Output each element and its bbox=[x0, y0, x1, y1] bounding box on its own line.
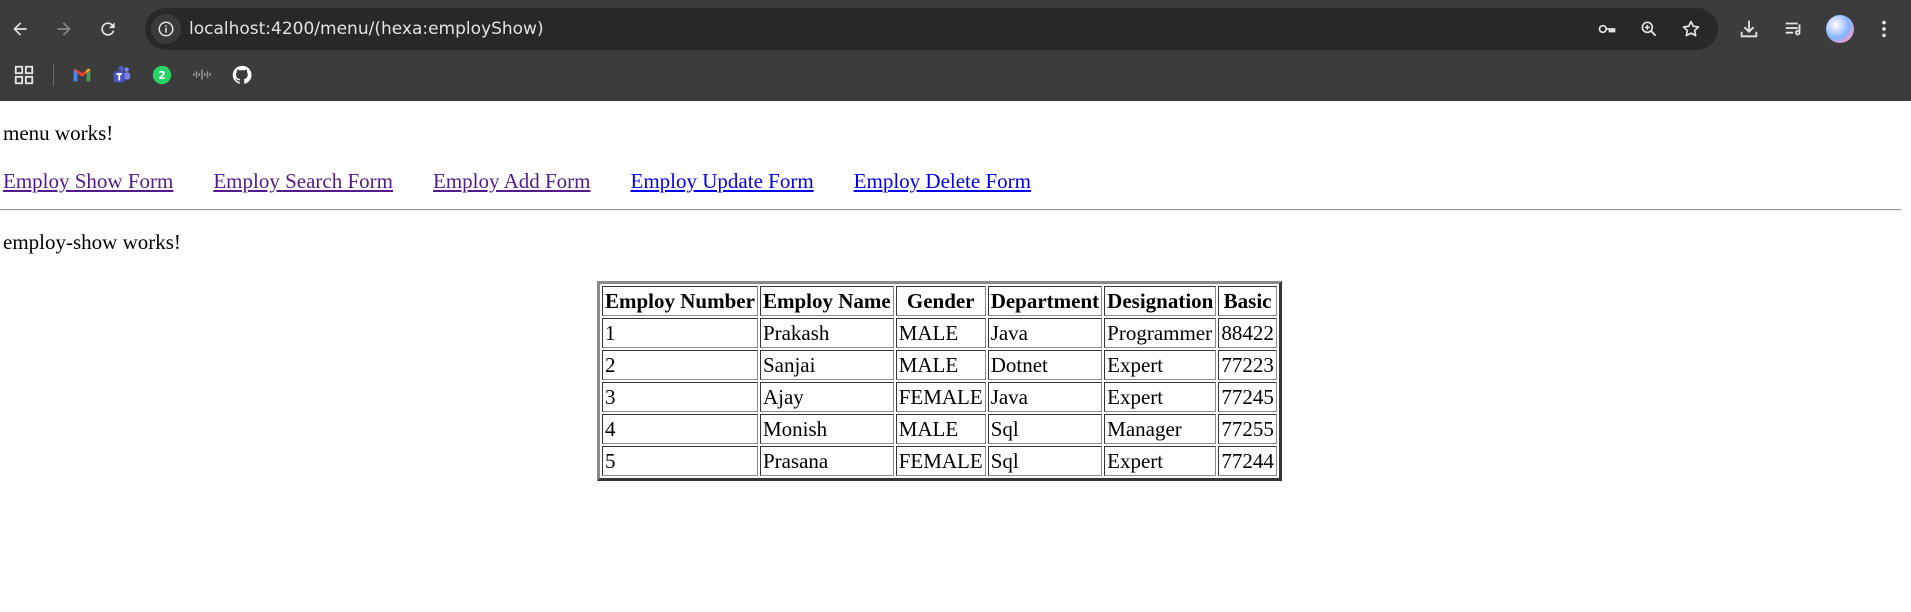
bookmark-cisco[interactable] bbox=[189, 62, 215, 88]
cell-basic: 77255 bbox=[1218, 414, 1277, 444]
bookmark-github[interactable] bbox=[229, 62, 255, 88]
table-row: 3 Ajay FEMALE Java Expert 77245 bbox=[602, 382, 1277, 412]
site-info-icon bbox=[158, 21, 174, 37]
cell-department: Dotnet bbox=[987, 350, 1103, 380]
divider bbox=[0, 209, 1901, 211]
table-row: 5 Prasana FEMALE Sql Expert 77244 bbox=[602, 446, 1277, 476]
cell-employ-name: Ajay bbox=[759, 382, 894, 412]
address-bar[interactable]: localhost:4200/menu/(hexa:employShow) bbox=[145, 8, 1718, 50]
table-row: 1 Prakash MALE Java Programmer 88422 bbox=[602, 318, 1277, 348]
header-gender: Gender bbox=[895, 286, 986, 316]
cell-employ-number: 3 bbox=[602, 382, 758, 412]
whatsapp-badge: 2 bbox=[158, 69, 166, 82]
more-menu-button[interactable] bbox=[1867, 12, 1901, 46]
cell-gender: MALE bbox=[895, 414, 986, 444]
bookmark-star-button[interactable] bbox=[1678, 16, 1704, 42]
header-designation: Designation bbox=[1104, 286, 1217, 316]
cell-gender: FEMALE bbox=[895, 382, 986, 412]
back-icon bbox=[13, 22, 27, 36]
header-employ-name: Employ Name bbox=[759, 286, 894, 316]
whatsapp-icon: 2 bbox=[152, 65, 172, 85]
employ-show-link[interactable]: Employ Show Form bbox=[3, 169, 173, 194]
more-menu-icon bbox=[1882, 20, 1886, 38]
header-employ-number: Employ Number bbox=[602, 286, 758, 316]
download-icon bbox=[1740, 20, 1758, 38]
cell-gender: FEMALE bbox=[895, 446, 986, 476]
cell-employ-number: 4 bbox=[602, 414, 758, 444]
forward-button[interactable] bbox=[47, 12, 81, 46]
password-key-icon bbox=[1598, 24, 1616, 34]
apps-grid-button[interactable] bbox=[11, 62, 37, 88]
site-info-button[interactable] bbox=[151, 14, 181, 44]
zoom-button[interactable] bbox=[1636, 16, 1662, 42]
reload-button[interactable] bbox=[91, 12, 125, 46]
cell-designation: Programmer bbox=[1104, 318, 1217, 348]
cell-employ-number: 1 bbox=[602, 318, 758, 348]
browser-chrome: localhost:4200/menu/(hexa:employShow) 2 bbox=[0, 0, 1911, 101]
cell-designation: Expert bbox=[1104, 382, 1217, 412]
employee-table-wrapper: Employ Number Employ Name Gender Departm… bbox=[597, 281, 1282, 481]
cell-designation: Expert bbox=[1104, 446, 1217, 476]
cell-employ-name: Monish bbox=[759, 414, 894, 444]
bookmarks-separator bbox=[53, 64, 54, 86]
forward-icon bbox=[57, 22, 71, 36]
header-basic: Basic bbox=[1218, 286, 1277, 316]
bookmark-gmail[interactable] bbox=[69, 62, 95, 88]
reload-icon bbox=[101, 22, 115, 36]
cell-basic: 77223 bbox=[1218, 350, 1277, 380]
reading-list-button[interactable] bbox=[1777, 12, 1811, 46]
cell-department: Java bbox=[987, 382, 1103, 412]
back-button[interactable] bbox=[3, 12, 37, 46]
cell-basic: 88422 bbox=[1218, 318, 1277, 348]
header-department: Department bbox=[987, 286, 1103, 316]
cell-department: Java bbox=[987, 318, 1103, 348]
menu-status-text: menu works! bbox=[3, 121, 114, 145]
cell-gender: MALE bbox=[895, 318, 986, 348]
profile-avatar[interactable] bbox=[1826, 15, 1854, 43]
employ-delete-link[interactable]: Employ Delete Form bbox=[854, 169, 1031, 194]
cell-employ-name: Prasana bbox=[759, 446, 894, 476]
cell-designation: Expert bbox=[1104, 350, 1217, 380]
url-text[interactable]: localhost:4200/menu/(hexa:employShow) bbox=[189, 8, 544, 50]
cell-employ-name: Prakash bbox=[759, 318, 894, 348]
teams-icon bbox=[113, 65, 131, 83]
downloads-button[interactable] bbox=[1732, 12, 1766, 46]
employ-show-status-text: employ-show works! bbox=[3, 230, 181, 254]
menu-nav: Employ Show Form Employ Search Form Employ… bbox=[3, 169, 1071, 194]
cell-employ-name: Sanjai bbox=[759, 350, 894, 380]
table-header-row: Employ Number Employ Name Gender Departm… bbox=[602, 286, 1277, 316]
page-content: menu works! Employ Show Form Employ Searc… bbox=[0, 101, 1911, 612]
cell-gender: MALE bbox=[895, 350, 986, 380]
gmail-icon bbox=[73, 68, 91, 82]
cell-department: Sql bbox=[987, 446, 1103, 476]
github-icon bbox=[232, 65, 252, 84]
cell-department: Sql bbox=[987, 414, 1103, 444]
employee-table: Employ Number Employ Name Gender Departm… bbox=[597, 281, 1282, 481]
cell-employ-number: 2 bbox=[602, 350, 758, 380]
apps-grid-icon bbox=[14, 65, 34, 85]
bookmark-whatsapp[interactable]: 2 bbox=[149, 62, 175, 88]
employ-update-link[interactable]: Employ Update Form bbox=[631, 169, 814, 194]
employ-add-link[interactable]: Employ Add Form bbox=[433, 169, 591, 194]
table-row: 2 Sanjai MALE Dotnet Expert 77223 bbox=[602, 350, 1277, 380]
cell-basic: 77244 bbox=[1218, 446, 1277, 476]
zoom-icon bbox=[1641, 21, 1657, 37]
reading-list-icon bbox=[1785, 22, 1801, 36]
bookmark-teams[interactable] bbox=[109, 62, 135, 88]
cell-employ-number: 5 bbox=[602, 446, 758, 476]
employ-search-link[interactable]: Employ Search Form bbox=[213, 169, 393, 194]
cisco-icon bbox=[193, 69, 211, 80]
cell-basic: 77245 bbox=[1218, 382, 1277, 412]
bookmark-star-icon bbox=[1682, 20, 1700, 37]
password-key-button[interactable] bbox=[1594, 16, 1620, 42]
cell-designation: Manager bbox=[1104, 414, 1217, 444]
table-row: 4 Monish MALE Sql Manager 77255 bbox=[602, 414, 1277, 444]
